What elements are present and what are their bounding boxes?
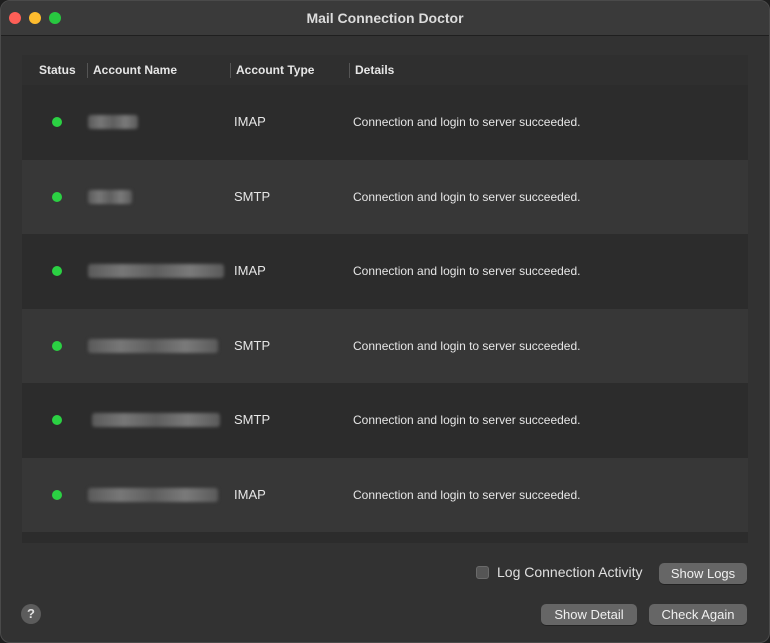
status-ok-icon	[52, 340, 62, 351]
column-header-details[interactable]: Details	[355, 55, 394, 85]
account-name-redacted	[88, 189, 132, 204]
log-connection-activity-checkbox[interactable]	[476, 566, 489, 579]
table-row[interactable]: IMAP Connection and login to server succ…	[22, 234, 748, 309]
status-ok-icon	[52, 415, 62, 425]
table-header: Status Account Name Account Type Details	[22, 55, 748, 86]
account-type: IMAP	[234, 263, 266, 278]
account-name-redacted	[92, 413, 220, 427]
connection-details: Connection and login to server succeeded…	[353, 487, 581, 502]
status-ok-icon	[52, 266, 62, 276]
account-name-redacted	[88, 264, 224, 278]
table-row[interactable]: IMAP Connection and login to server succ…	[22, 457, 748, 532]
table-row[interactable]: SMTP Connection and login to server succ…	[22, 383, 748, 458]
column-divider	[87, 63, 88, 78]
log-connection-activity-label[interactable]: Log Connection Activity	[497, 564, 643, 580]
account-name-redacted	[88, 338, 218, 353]
mail-connection-doctor-window: Mail Connection Doctor Status Account Na…	[0, 0, 770, 643]
show-logs-button[interactable]: Show Logs	[659, 563, 747, 584]
connection-details: Connection and login to server succeeded…	[353, 413, 581, 427]
account-name-redacted	[88, 115, 138, 129]
check-again-button[interactable]: Check Again	[649, 604, 747, 625]
title-bar[interactable]: Mail Connection Doctor	[1, 1, 769, 36]
connection-details: Connection and login to server succeeded…	[353, 338, 581, 353]
status-ok-icon	[52, 117, 62, 127]
table-row-empty	[22, 532, 748, 543]
account-type: SMTP	[234, 188, 271, 204]
connection-details: Connection and login to server succeeded…	[353, 189, 581, 204]
status-ok-icon	[52, 191, 62, 202]
account-name-redacted	[88, 487, 218, 502]
account-type: IMAP	[234, 114, 266, 129]
column-header-status[interactable]: Status	[39, 55, 76, 85]
help-button[interactable]: ?	[21, 604, 41, 624]
account-type: SMTP	[234, 412, 271, 427]
column-divider	[230, 63, 231, 78]
connection-details: Connection and login to server succeeded…	[353, 264, 581, 278]
column-header-account-name[interactable]: Account Name	[93, 55, 177, 85]
account-type: IMAP	[234, 486, 266, 502]
table-row[interactable]: SMTP Connection and login to server succ…	[22, 159, 748, 234]
show-detail-button[interactable]: Show Detail	[541, 604, 637, 625]
connection-details: Connection and login to server succeeded…	[353, 115, 581, 129]
column-divider	[349, 63, 350, 78]
table-row[interactable]: SMTP Connection and login to server succ…	[22, 308, 748, 383]
column-header-account-type[interactable]: Account Type	[236, 55, 314, 85]
status-ok-icon	[52, 489, 62, 500]
window-title: Mail Connection Doctor	[306, 10, 464, 26]
account-type: SMTP	[234, 337, 271, 353]
table-row[interactable]: IMAP Connection and login to server succ…	[22, 85, 748, 160]
accounts-table: Status Account Name Account Type Details…	[22, 55, 748, 543]
